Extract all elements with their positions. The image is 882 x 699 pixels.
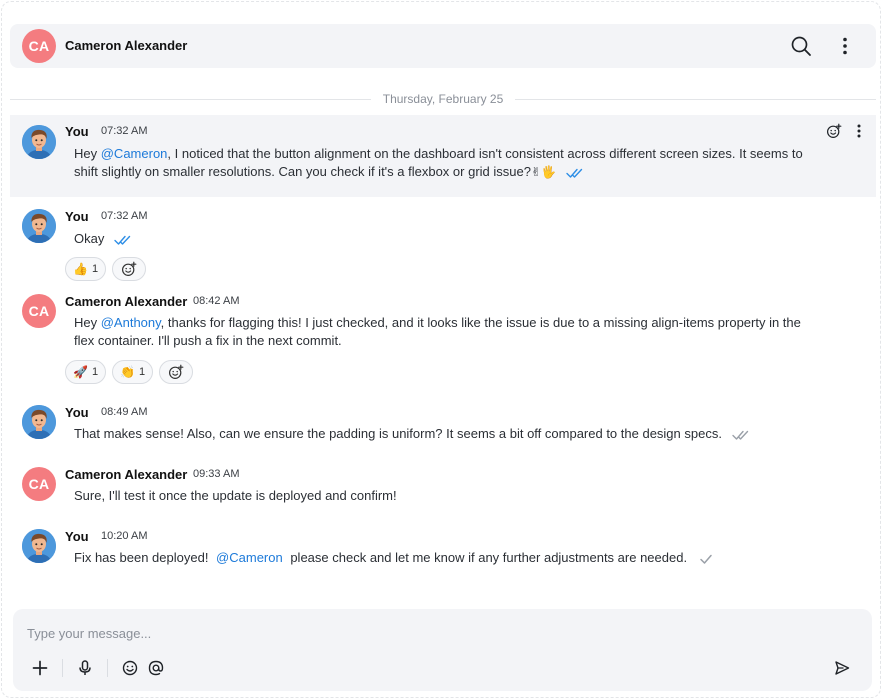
emoji-icon[interactable] xyxy=(121,659,139,677)
message-text: Hey @Cameron, I noticed that the button … xyxy=(74,146,803,179)
date-separator-label: Thursday, February 25 xyxy=(370,92,516,106)
message-sender: You xyxy=(65,124,89,139)
message-sender: You xyxy=(65,405,89,420)
avatar[interactable] xyxy=(22,209,56,243)
reactions-bar: 👍 1 xyxy=(65,257,147,281)
contact-avatar-initials: CA xyxy=(28,38,50,54)
reactions-bar: 🚀 1 👏 1 xyxy=(65,360,194,384)
message-item[interactable]: CA Cameron Alexander 09:33 AM Sure, I'll… xyxy=(10,458,876,516)
avatar[interactable] xyxy=(22,405,56,439)
message-item[interactable]: You 07:32 AM Okay 👍 1 xyxy=(10,199,876,285)
rocket-emoji: 🚀 xyxy=(73,365,88,379)
add-reaction-icon xyxy=(168,364,184,380)
message-time: 08:49 AM xyxy=(101,406,148,418)
mention-link[interactable]: @Cameron xyxy=(216,550,283,565)
message-sender: Cameron Alexander xyxy=(65,294,188,309)
read-receipt-icon xyxy=(566,167,584,179)
message-composer xyxy=(13,609,872,691)
mention-link[interactable]: @Cameron xyxy=(101,146,168,161)
hand-emoji: ✌🖐 xyxy=(530,165,556,179)
add-reaction-icon xyxy=(121,261,137,277)
message-text: Okay xyxy=(74,230,814,248)
message-more-icon[interactable] xyxy=(852,123,866,139)
message-item[interactable]: You 10:20 AM Fix has been deployed! @Cam… xyxy=(10,519,876,577)
sent-receipt-icon xyxy=(699,553,713,565)
avatar[interactable] xyxy=(22,529,56,563)
thumbs-up-emoji: 👍 xyxy=(73,262,88,276)
message-sender: You xyxy=(65,209,89,224)
message-sender: You xyxy=(65,529,89,544)
message-time: 08:42 AM xyxy=(193,295,240,307)
message-item[interactable]: CA Cameron Alexander 08:42 AM Hey @Antho… xyxy=(10,285,876,389)
reaction-thumbs-up[interactable]: 👍 1 xyxy=(65,257,107,281)
message-text: Hey @Anthony, thanks for flagging this! … xyxy=(74,315,801,348)
contact-name[interactable]: Cameron Alexander xyxy=(65,38,187,53)
message-text: Fix has been deployed! @Cameron please c… xyxy=(74,549,814,567)
date-separator: Thursday, February 25 xyxy=(10,90,876,108)
add-reaction-button[interactable] xyxy=(159,360,194,384)
chat-window: CA Cameron Alexander Thursday, February … xyxy=(1,1,881,698)
message-time: 09:33 AM xyxy=(193,468,240,480)
reaction-count: 1 xyxy=(139,366,146,378)
reaction-clap[interactable]: 👏 1 xyxy=(112,360,154,384)
clapping-hands-emoji: 👏 xyxy=(120,365,136,379)
message-time: 07:32 AM xyxy=(101,210,148,222)
mention-link[interactable]: @Anthony xyxy=(101,315,161,330)
composer-divider xyxy=(107,659,108,677)
reaction-rocket[interactable]: 🚀 1 xyxy=(65,360,107,384)
chat-header: CA Cameron Alexander xyxy=(10,24,876,68)
message-actions xyxy=(826,123,866,139)
plus-icon[interactable] xyxy=(31,659,49,677)
more-vertical-icon[interactable] xyxy=(833,34,857,58)
read-receipt-icon xyxy=(114,234,132,246)
at-icon[interactable] xyxy=(147,659,165,677)
contact-avatar[interactable]: CA xyxy=(22,29,56,63)
message-sender: Cameron Alexander xyxy=(65,467,188,482)
microphone-icon[interactable] xyxy=(76,659,94,677)
message-input[interactable] xyxy=(27,623,807,643)
composer-divider xyxy=(62,659,63,677)
message-item[interactable]: You 07:32 AM Hey @Cameron, I noticed tha… xyxy=(10,115,876,197)
message-text: That makes sense! Also, can we ensure th… xyxy=(74,425,814,443)
avatar[interactable]: CA xyxy=(22,294,56,328)
message-time: 10:20 AM xyxy=(101,530,148,542)
avatar[interactable]: CA xyxy=(22,467,56,501)
add-reaction-button[interactable] xyxy=(112,257,147,281)
message-text: Sure, I'll test it once the update is de… xyxy=(74,488,397,503)
message-time: 07:32 AM xyxy=(101,125,148,137)
send-icon[interactable] xyxy=(833,659,851,677)
avatar[interactable] xyxy=(22,125,56,159)
search-icon[interactable] xyxy=(789,34,813,58)
reaction-count: 1 xyxy=(91,366,99,378)
message-item[interactable]: You 08:49 AM That makes sense! Also, can… xyxy=(10,395,876,453)
delivered-receipt-icon xyxy=(732,429,750,441)
add-reaction-icon[interactable] xyxy=(826,123,842,139)
reaction-count: 1 xyxy=(91,263,99,275)
